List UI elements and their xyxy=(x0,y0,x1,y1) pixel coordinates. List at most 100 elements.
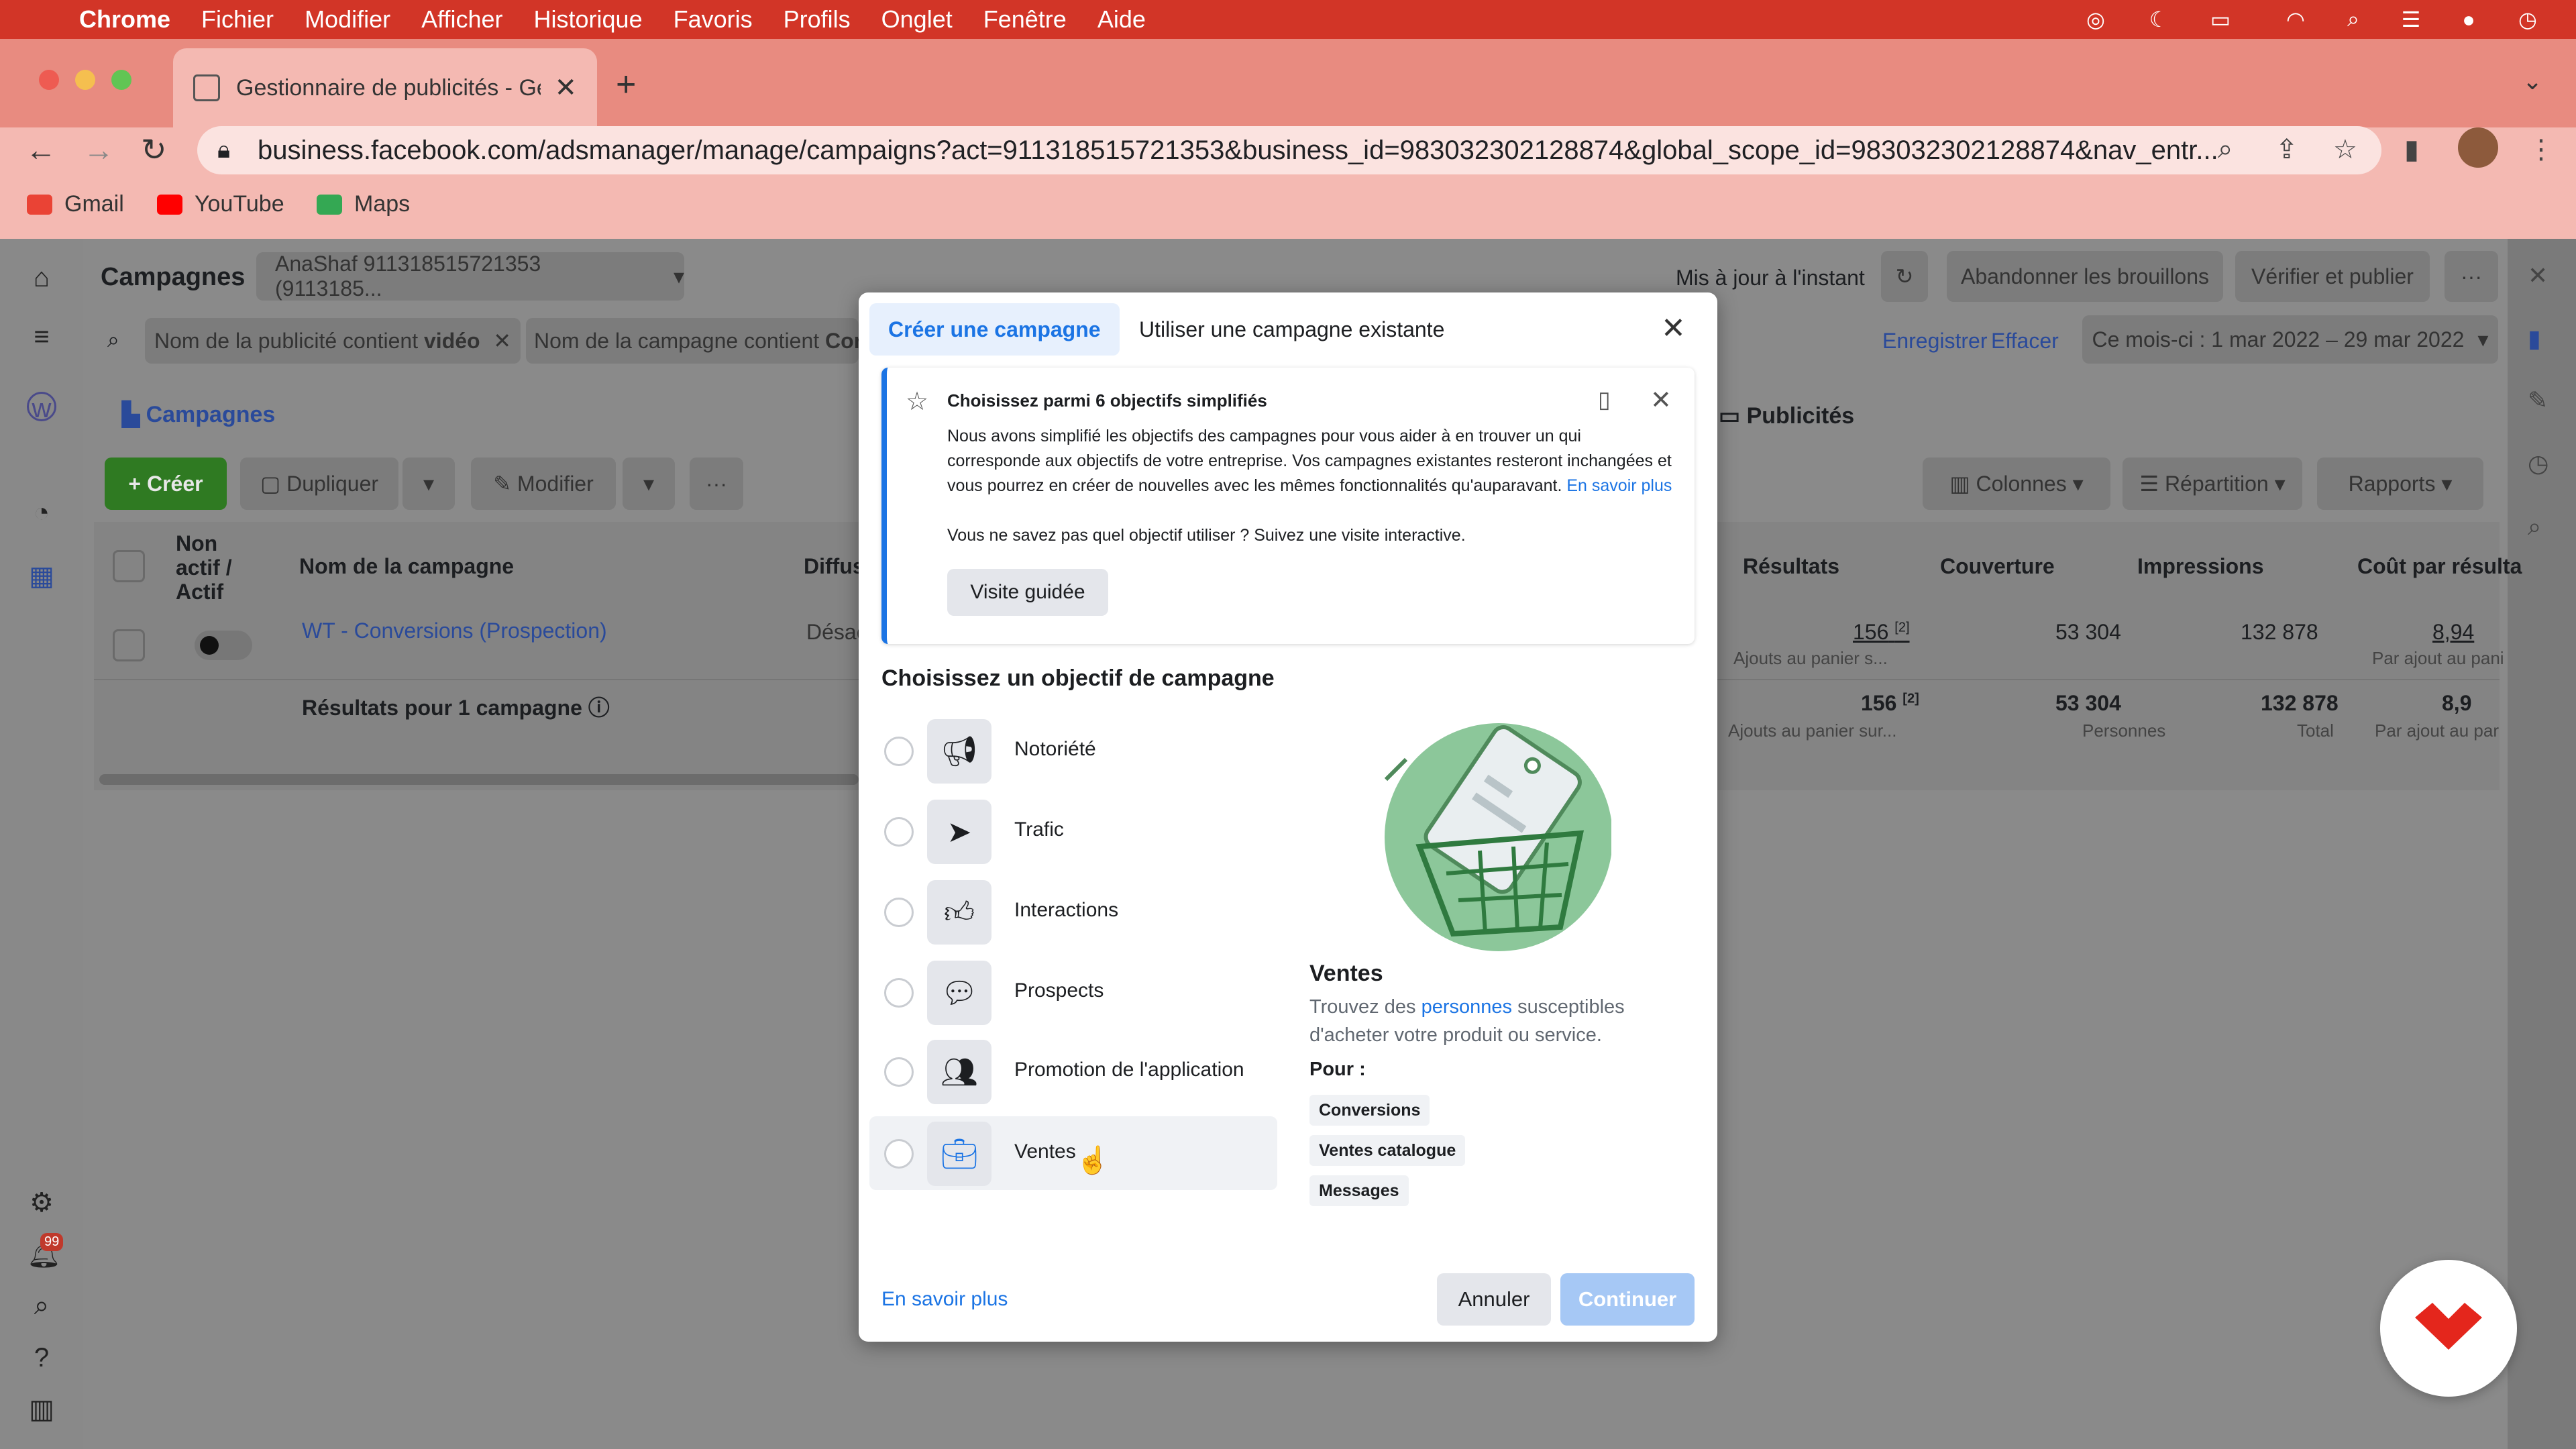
filter-search-icon[interactable]: ⌕ xyxy=(107,327,119,353)
objective-app-promotion[interactable]: 👥︎ Promotion de l'application xyxy=(869,1034,1277,1108)
guided-tour-button[interactable]: Visite guidée xyxy=(947,569,1108,616)
results-column-header[interactable]: Résultats xyxy=(1743,554,1839,579)
bookmark-maps[interactable]: Maps xyxy=(317,191,410,217)
reach-column-header[interactable]: Couverture xyxy=(1940,554,2055,579)
objective-engagement[interactable]: 👍︎ Interactions xyxy=(869,875,1277,949)
window-zoom-button[interactable] xyxy=(111,70,131,90)
discard-drafts-button[interactable]: Abandonner les brouillons xyxy=(1947,251,2223,302)
info-icon[interactable]: ⓘ xyxy=(588,696,610,720)
chart-icon[interactable]: ▮ xyxy=(2528,325,2541,353)
moon-icon[interactable]: ☾ xyxy=(2145,6,2172,33)
learn-more-link[interactable]: En savoir plus xyxy=(881,1288,1008,1311)
window-minimize-button[interactable] xyxy=(75,70,95,90)
menu-aide[interactable]: Aide xyxy=(1097,5,1146,34)
notice-close-icon[interactable]: ✕ xyxy=(1650,385,1672,415)
help-icon[interactable]: ? xyxy=(27,1343,56,1373)
objective-awareness[interactable]: 📢︎ Notoriété xyxy=(869,714,1277,788)
continue-button[interactable]: Continuer xyxy=(1560,1273,1695,1326)
cost-column-header[interactable]: Coût par résulta xyxy=(2357,554,2522,579)
objective-radio[interactable] xyxy=(884,898,914,927)
menu-modifier[interactable]: Modifier xyxy=(305,5,390,34)
history-icon[interactable]: ◷ xyxy=(2528,449,2548,478)
menu-fenetre[interactable]: Fenêtre xyxy=(983,5,1067,34)
select-all-checkbox[interactable] xyxy=(113,550,145,582)
dialog-close-icon[interactable]: ✕ xyxy=(1661,311,1686,345)
account-logo-icon[interactable]: w xyxy=(27,392,56,423)
reload-icon[interactable]: ↻ xyxy=(141,131,167,168)
bookmark-youtube[interactable]: YouTube xyxy=(157,191,284,217)
campaign-name-link[interactable]: WT - Conversions (Prospection) xyxy=(302,619,607,643)
delivery-column-header[interactable]: Diffus xyxy=(804,554,865,579)
tab-create-campaign[interactable]: Créer une campagne xyxy=(869,303,1120,356)
settings-gear-icon[interactable]: ⚙ xyxy=(27,1187,56,1218)
bookmark-star-icon[interactable]: ☆ xyxy=(2333,134,2357,165)
tab-search-chevron-icon[interactable]: ⌄ xyxy=(2522,67,2542,95)
objective-radio[interactable] xyxy=(884,1057,914,1087)
edit-button[interactable]: ✎ Modifier xyxy=(471,458,616,510)
save-filter-link[interactable]: Enregistrer xyxy=(1882,329,1988,354)
duplicate-button[interactable]: ▢ Dupliquer xyxy=(240,458,398,510)
campaigns-table-icon[interactable]: ▦ xyxy=(27,561,56,591)
ads-level-tab[interactable]: ▭ Publicités xyxy=(1719,402,1854,429)
breakdown-button[interactable]: ☰ Répartition ▾ xyxy=(2123,458,2302,510)
horizontal-scrollbar[interactable] xyxy=(99,774,859,785)
spotlight-icon[interactable]: ⌕ xyxy=(2340,6,2367,33)
objective-radio[interactable] xyxy=(884,737,914,766)
clear-filter-link[interactable]: Effacer xyxy=(1991,329,2059,354)
reports-button[interactable]: Rapports ▾ xyxy=(2317,458,2483,510)
forward-arrow-icon[interactable]: → xyxy=(83,131,114,168)
filter-remove-icon[interactable]: ✕ xyxy=(493,328,511,354)
row-checkbox[interactable] xyxy=(113,629,145,661)
share-icon[interactable]: ⇪ xyxy=(2275,134,2298,165)
clock-icon[interactable]: ◷ xyxy=(2514,6,2541,33)
notice-learn-more-link[interactable]: En savoir plus xyxy=(1566,476,1672,495)
menu-fichier[interactable]: Fichier xyxy=(201,5,274,34)
refresh-button[interactable]: ↻ xyxy=(1881,251,1928,302)
cancel-button[interactable]: Annuler xyxy=(1437,1273,1551,1326)
tab-close-icon[interactable]: ✕ xyxy=(554,72,577,103)
book-icon[interactable]: ▯ xyxy=(1598,386,1611,413)
chrome-menu-icon[interactable]: ⋮ xyxy=(2528,134,2555,165)
tab-use-existing-campaign[interactable]: Utiliser une campagne existante xyxy=(1120,303,1463,356)
side-panel-icon[interactable]: ▮ xyxy=(2404,134,2419,165)
more-actions-button[interactable]: ··· xyxy=(690,458,743,510)
home-icon[interactable]: ⌂ xyxy=(27,263,56,292)
campaign-toggle[interactable] xyxy=(195,631,252,660)
columns-button[interactable]: ▥ Colonnes ▾ xyxy=(1923,458,2110,510)
browser-tab-active[interactable]: Gestionnaire de publicités - Gé ✕ xyxy=(173,48,597,127)
impressions-column-header[interactable]: Impressions xyxy=(2137,554,2264,579)
new-tab-icon[interactable]: + xyxy=(616,64,636,105)
back-arrow-icon[interactable]: ← xyxy=(25,131,56,168)
duplicate-menu-chevron[interactable]: ▾ xyxy=(402,458,455,510)
creative-cloud-icon[interactable]: ◎ xyxy=(2082,6,2109,33)
battery-icon[interactable]: ▭ xyxy=(2207,6,2234,33)
search-icon[interactable]: ⌕ xyxy=(27,1291,56,1320)
objective-traffic[interactable]: ➤ Trafic xyxy=(869,794,1277,868)
menu-favoris[interactable]: Favoris xyxy=(674,5,753,34)
siri-icon[interactable]: ● xyxy=(2455,6,2482,33)
lock-icon[interactable]: 🔒︎ xyxy=(217,136,230,164)
menu-profils[interactable]: Profils xyxy=(784,5,851,34)
name-column-header[interactable]: Nom de la campagne xyxy=(299,554,514,579)
close-panel-icon[interactable]: ✕ xyxy=(2528,262,2548,290)
menu-afficher[interactable]: Afficher xyxy=(421,5,502,34)
address-bar[interactable]: 🔒︎ business.facebook.com/adsmanager/mana… xyxy=(197,126,2381,174)
window-close-button[interactable] xyxy=(39,70,59,90)
date-range-selector[interactable]: Ce mois-ci : 1 mar 2022 – 29 mar 2022 ▾ xyxy=(2082,315,2498,364)
search-zoom-icon[interactable]: ⌕ xyxy=(2528,513,2541,541)
zoom-icon[interactable]: ⌕ xyxy=(2218,134,2233,164)
objective-radio[interactable] xyxy=(884,978,914,1008)
hamburger-menu-icon[interactable]: ≡ xyxy=(27,322,56,352)
menu-app-name[interactable]: Chrome xyxy=(79,5,170,34)
panel-toggle-icon[interactable]: ▥ xyxy=(27,1394,56,1424)
objective-radio[interactable] xyxy=(884,1139,914,1169)
edit-menu-chevron[interactable]: ▾ xyxy=(623,458,675,510)
edit-pencil-icon[interactable]: ✎ xyxy=(2528,386,2548,415)
control-center-icon[interactable]: ☰ xyxy=(2398,6,2424,33)
filter-chip-ad-name[interactable]: Nom de la publicité contient vidéo ✕ xyxy=(145,318,521,364)
menu-onglet[interactable]: Onglet xyxy=(881,5,953,34)
objective-sales[interactable]: 💼︎ Ventes ☝ xyxy=(869,1116,1277,1190)
bookmark-gmail[interactable]: Gmail xyxy=(27,191,124,217)
verify-publish-button[interactable]: Vérifier et publier xyxy=(2235,251,2430,302)
filter-chip-campaign-name[interactable]: Nom de la campagne contient Conv xyxy=(526,318,859,364)
